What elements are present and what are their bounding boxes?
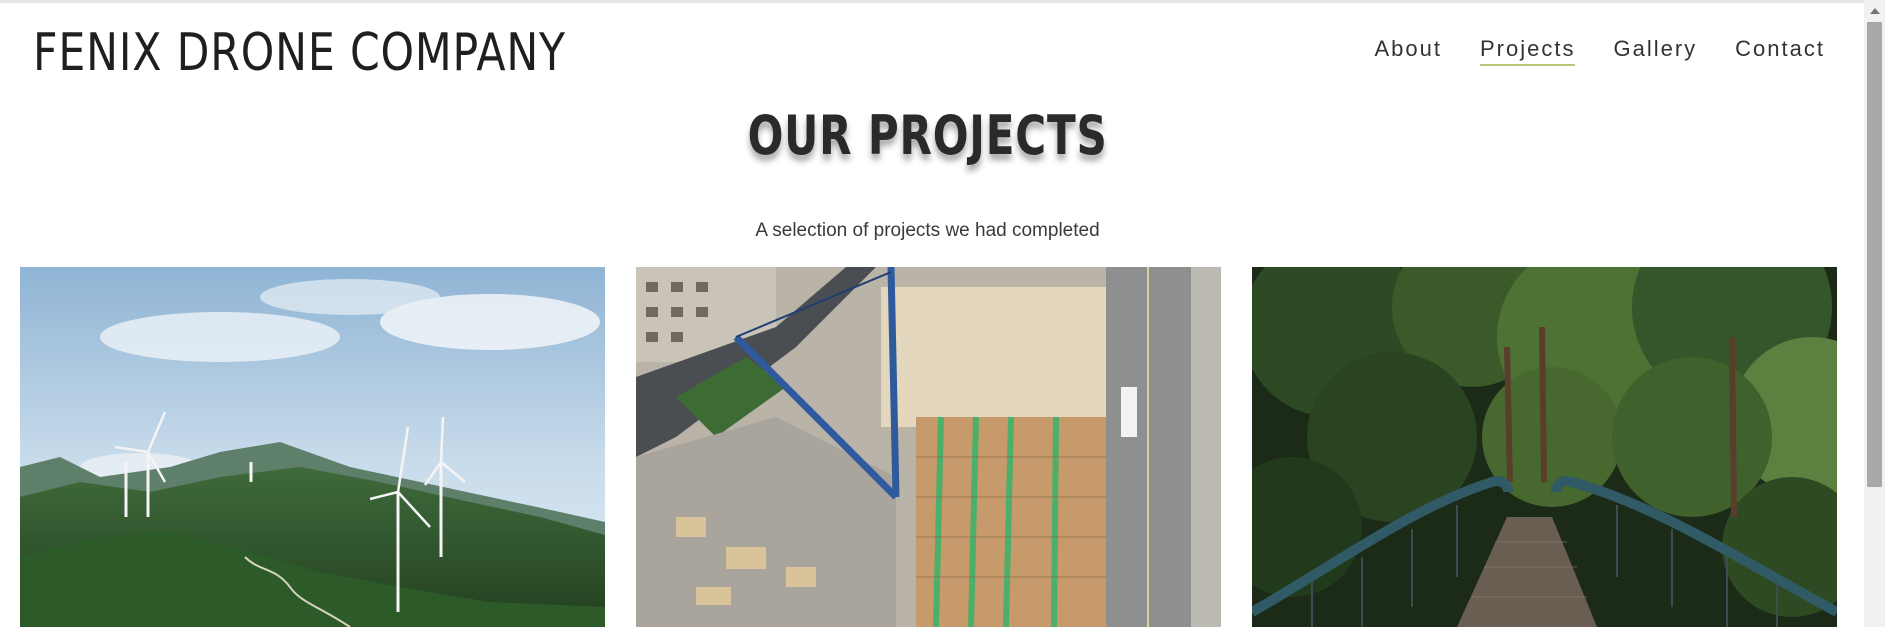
project-card-forest-bridge[interactable] bbox=[1252, 267, 1837, 627]
project-card-wind-turbines[interactable] bbox=[20, 267, 605, 627]
scrollbar-thumb[interactable] bbox=[1867, 22, 1882, 487]
nav-item-projects[interactable]: Projects bbox=[1480, 36, 1576, 66]
page-title: OUR PROJECTS bbox=[747, 104, 1108, 167]
site-logo[interactable]: FENIX DRONE COMPANY bbox=[33, 22, 566, 84]
wind-turbines-photo bbox=[20, 267, 605, 627]
main-nav: About Projects Gallery Contact bbox=[1375, 36, 1826, 66]
nav-item-contact[interactable]: Contact bbox=[1735, 36, 1825, 66]
forest-bridge-photo bbox=[1252, 267, 1837, 627]
top-border bbox=[0, 0, 1864, 3]
page-scrollbar[interactable] bbox=[1864, 0, 1885, 627]
page-subtitle: A selection of projects we had completed bbox=[755, 220, 1100, 241]
construction-site-photo bbox=[636, 267, 1221, 627]
project-card-construction[interactable] bbox=[636, 267, 1221, 627]
nav-item-about[interactable]: About bbox=[1375, 36, 1443, 66]
scroll-up-arrow-icon[interactable] bbox=[1870, 8, 1880, 14]
nav-item-gallery[interactable]: Gallery bbox=[1613, 36, 1697, 66]
